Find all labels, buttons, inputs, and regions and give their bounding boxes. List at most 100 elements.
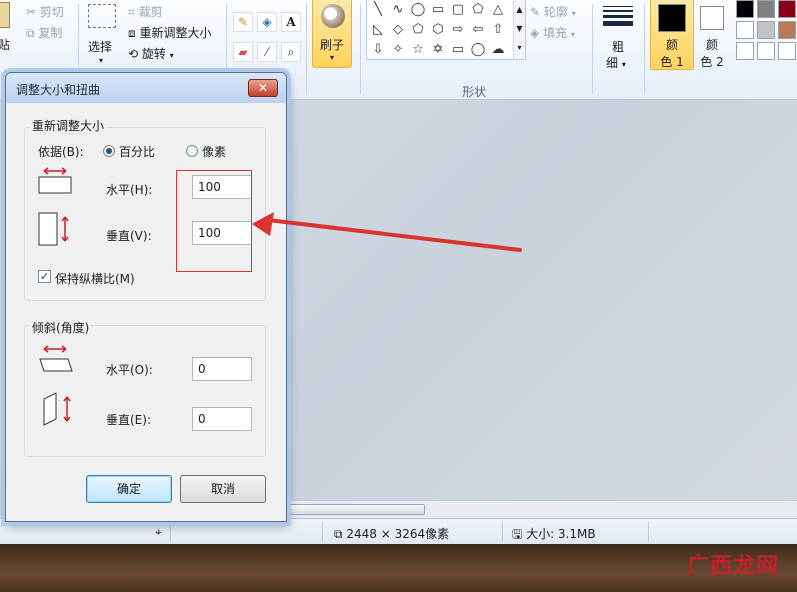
palette-color-swatch[interactable]	[757, 0, 775, 18]
magnifier-tool[interactable]: ⌕	[281, 42, 301, 62]
resize-icon: ⧈	[128, 26, 136, 40]
paste-button[interactable]: 贴	[0, 36, 10, 53]
five-point-star-shape-icon[interactable]: ☆	[409, 40, 427, 58]
ribbon-separator	[360, 4, 361, 94]
horizontal-scrollbar[interactable]	[285, 500, 797, 518]
fill-tool[interactable]: ◈	[257, 12, 277, 32]
eraser-tool[interactable]: ▰	[233, 42, 253, 62]
palette-color-swatch[interactable]	[778, 21, 796, 39]
ribbon-separator	[592, 4, 593, 94]
keep-ratio-label[interactable]: 保持纵横比(M)	[55, 270, 135, 287]
up-arrow-shape-icon[interactable]: ⇧	[489, 20, 507, 38]
pixels-radio[interactable]	[186, 145, 198, 157]
right-arrow-shape-icon[interactable]: ⇨	[449, 20, 467, 38]
color1-label-2: 色 1	[660, 55, 684, 69]
skew-vertical-label: 垂直(E):	[106, 413, 151, 427]
color1-button[interactable]: 颜 色 1	[650, 0, 694, 70]
curve-shape-icon[interactable]: ∿	[389, 0, 407, 18]
color2-label-1: 颜	[705, 38, 718, 52]
palette-color-swatch[interactable]	[778, 0, 796, 18]
copy-icon: ⧉	[26, 26, 35, 40]
skew-vertical-input[interactable]: 0	[192, 407, 252, 431]
palette-color-swatch[interactable]	[736, 0, 754, 18]
brush-button[interactable]: 刷子 ▾	[312, 0, 352, 68]
percent-radio[interactable]	[103, 145, 115, 157]
eyedropper-icon: ⁄	[265, 45, 268, 59]
line-shape-icon[interactable]: ╲	[369, 0, 387, 18]
diamond-shape-icon[interactable]: ◇	[389, 20, 407, 38]
four-point-star-shape-icon[interactable]: ✧	[389, 40, 407, 58]
brush-icon	[321, 4, 345, 28]
file-size-text: 大小: 3.1MB	[526, 527, 596, 541]
rotate-button[interactable]: ⟲ 旋转 ▾	[128, 45, 174, 62]
cut-button[interactable]: ✂ 剪切	[26, 3, 64, 20]
outline-button[interactable]: ✎ 轮廓 ▾	[530, 3, 576, 20]
select-dropdown-icon[interactable]: ▾	[99, 56, 103, 65]
palette-color-swatch[interactable]	[736, 21, 754, 39]
crop-button[interactable]: ⌗ 裁剪	[128, 3, 163, 20]
rotate-icon: ⟲	[128, 47, 139, 61]
size-button[interactable]: 粗 细 ▾	[598, 0, 638, 70]
close-icon[interactable]: ✕	[248, 79, 278, 97]
oval-callout-shape-icon[interactable]: ◯	[469, 40, 487, 58]
cancel-button[interactable]: 取消	[180, 475, 266, 503]
size-label-2: 细 ▾	[606, 56, 626, 70]
rect-callout-shape-icon[interactable]: ▭	[449, 40, 467, 58]
watermark: 广西龙网	[686, 554, 779, 579]
size-label-1: 粗	[611, 40, 624, 54]
palette-color-swatch[interactable]	[778, 42, 796, 60]
triangle-shape-icon[interactable]: △	[489, 0, 507, 18]
status-divider	[322, 522, 323, 542]
palette-color-swatch[interactable]	[757, 42, 775, 60]
paste-label: 贴	[0, 38, 11, 52]
text-icon: A	[286, 15, 296, 29]
cloud-callout-shape-icon[interactable]: ☁	[489, 40, 507, 58]
select-button[interactable]: 选择	[88, 38, 112, 55]
text-tool[interactable]: A	[281, 12, 301, 32]
resize-button[interactable]: ⧈ 重新调整大小	[128, 24, 211, 41]
palette-color-swatch[interactable]	[757, 21, 775, 39]
scroll-down-icon[interactable]: ▼	[514, 19, 525, 38]
oval-shape-icon[interactable]: ◯	[409, 0, 427, 18]
keep-ratio-checkbox[interactable]: ✓	[38, 270, 51, 283]
crop-icon: ⌗	[128, 5, 135, 19]
scrollbar-thumb[interactable]	[285, 504, 425, 515]
skew-horizontal-input[interactable]: 0	[192, 357, 252, 381]
copy-label: 复制	[38, 26, 63, 40]
six-point-star-shape-icon[interactable]: ✡	[429, 40, 447, 58]
horizontal-resize-icon	[38, 167, 72, 194]
right-triangle-shape-icon[interactable]: ◺	[369, 20, 387, 38]
resize-group-title: 重新调整大小	[30, 117, 107, 134]
desktop-background	[0, 544, 797, 592]
select-icon	[88, 4, 116, 28]
color2-button[interactable]: 颜 色 2	[690, 0, 734, 70]
hexagon-shape-icon[interactable]: ⬡	[429, 20, 447, 38]
fill-dropdown-icon: ▾	[570, 30, 575, 39]
copy-button[interactable]: ⧉ 复制	[26, 24, 62, 41]
shapes-scroll[interactable]: ▲ ▼ ▾	[513, 0, 525, 59]
skew-horizontal-label: 水平(O):	[106, 363, 153, 377]
palette-color-swatch[interactable]	[736, 42, 754, 60]
color-picker-tool[interactable]: ⁄	[257, 42, 277, 62]
fill-button[interactable]: ◈ 填充 ▾	[530, 24, 575, 41]
dialog-title-bar[interactable]: 调整大小和扭曲 ✕	[6, 73, 286, 103]
dialog-title: 调整大小和扭曲	[16, 83, 101, 97]
expand-icon[interactable]: ▾	[514, 38, 525, 57]
scroll-up-icon[interactable]: ▲	[514, 0, 525, 19]
percent-label[interactable]: 百分比	[119, 143, 155, 160]
resize-skew-dialog: 调整大小和扭曲 ✕ 重新调整大小 依据(B): 百分比 像素 水平(H): 10…	[5, 72, 287, 522]
down-arrow-shape-icon[interactable]: ⇩	[369, 40, 387, 58]
shapes-gallery[interactable]: ╲ ∿ ◯ ▭ ▢ ⬠ △ ◺ ◇ ⬠ ⬡ ⇨ ⇦ ⇧ ⇩ ✧ ☆ ✡ ▭ ◯ …	[366, 0, 526, 60]
polygon-shape-icon[interactable]: ⬠	[469, 0, 487, 18]
color2-swatch	[700, 6, 724, 30]
brush-label: 刷子	[319, 38, 344, 52]
pencil-icon: ✎	[237, 15, 249, 29]
line-width-icon	[603, 6, 633, 26]
pixels-label[interactable]: 像素	[202, 143, 226, 160]
rectangle-shape-icon[interactable]: ▭	[429, 0, 447, 18]
left-arrow-shape-icon[interactable]: ⇦	[469, 20, 487, 38]
rounded-rectangle-shape-icon[interactable]: ▢	[449, 0, 467, 18]
pentagon-shape-icon[interactable]: ⬠	[409, 20, 427, 38]
pencil-tool[interactable]: ✎	[233, 12, 253, 32]
ok-button[interactable]: 确定	[86, 475, 172, 503]
